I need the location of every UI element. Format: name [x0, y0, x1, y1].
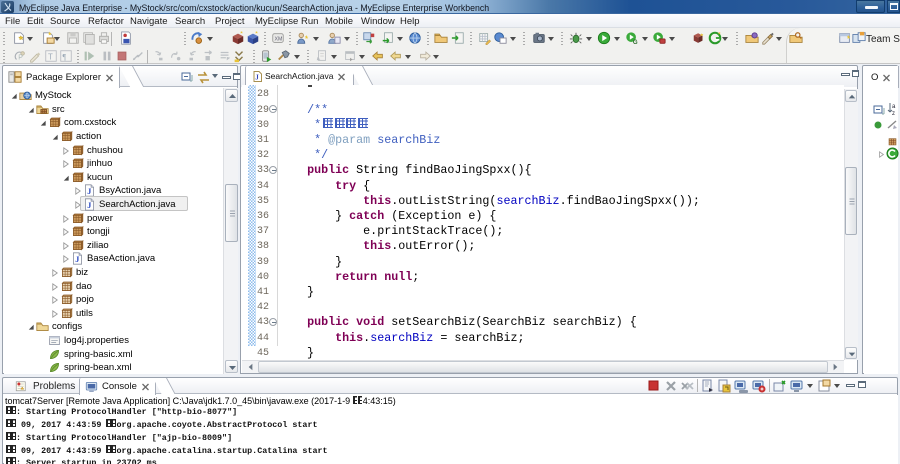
svg-text:¶: ¶: [63, 53, 67, 62]
svg-text:J: J: [255, 73, 259, 81]
svg-text:T: T: [48, 53, 53, 62]
svg-text:J: J: [87, 187, 91, 196]
svg-text:a: a: [892, 104, 896, 110]
svg-text:J: J: [87, 201, 91, 210]
svg-text:J: J: [75, 255, 79, 264]
svg-text:XM: XM: [275, 37, 283, 43]
svg-text:z: z: [892, 111, 895, 116]
svg-text:P: P: [18, 55, 23, 62]
svg-text:G: G: [633, 39, 638, 45]
